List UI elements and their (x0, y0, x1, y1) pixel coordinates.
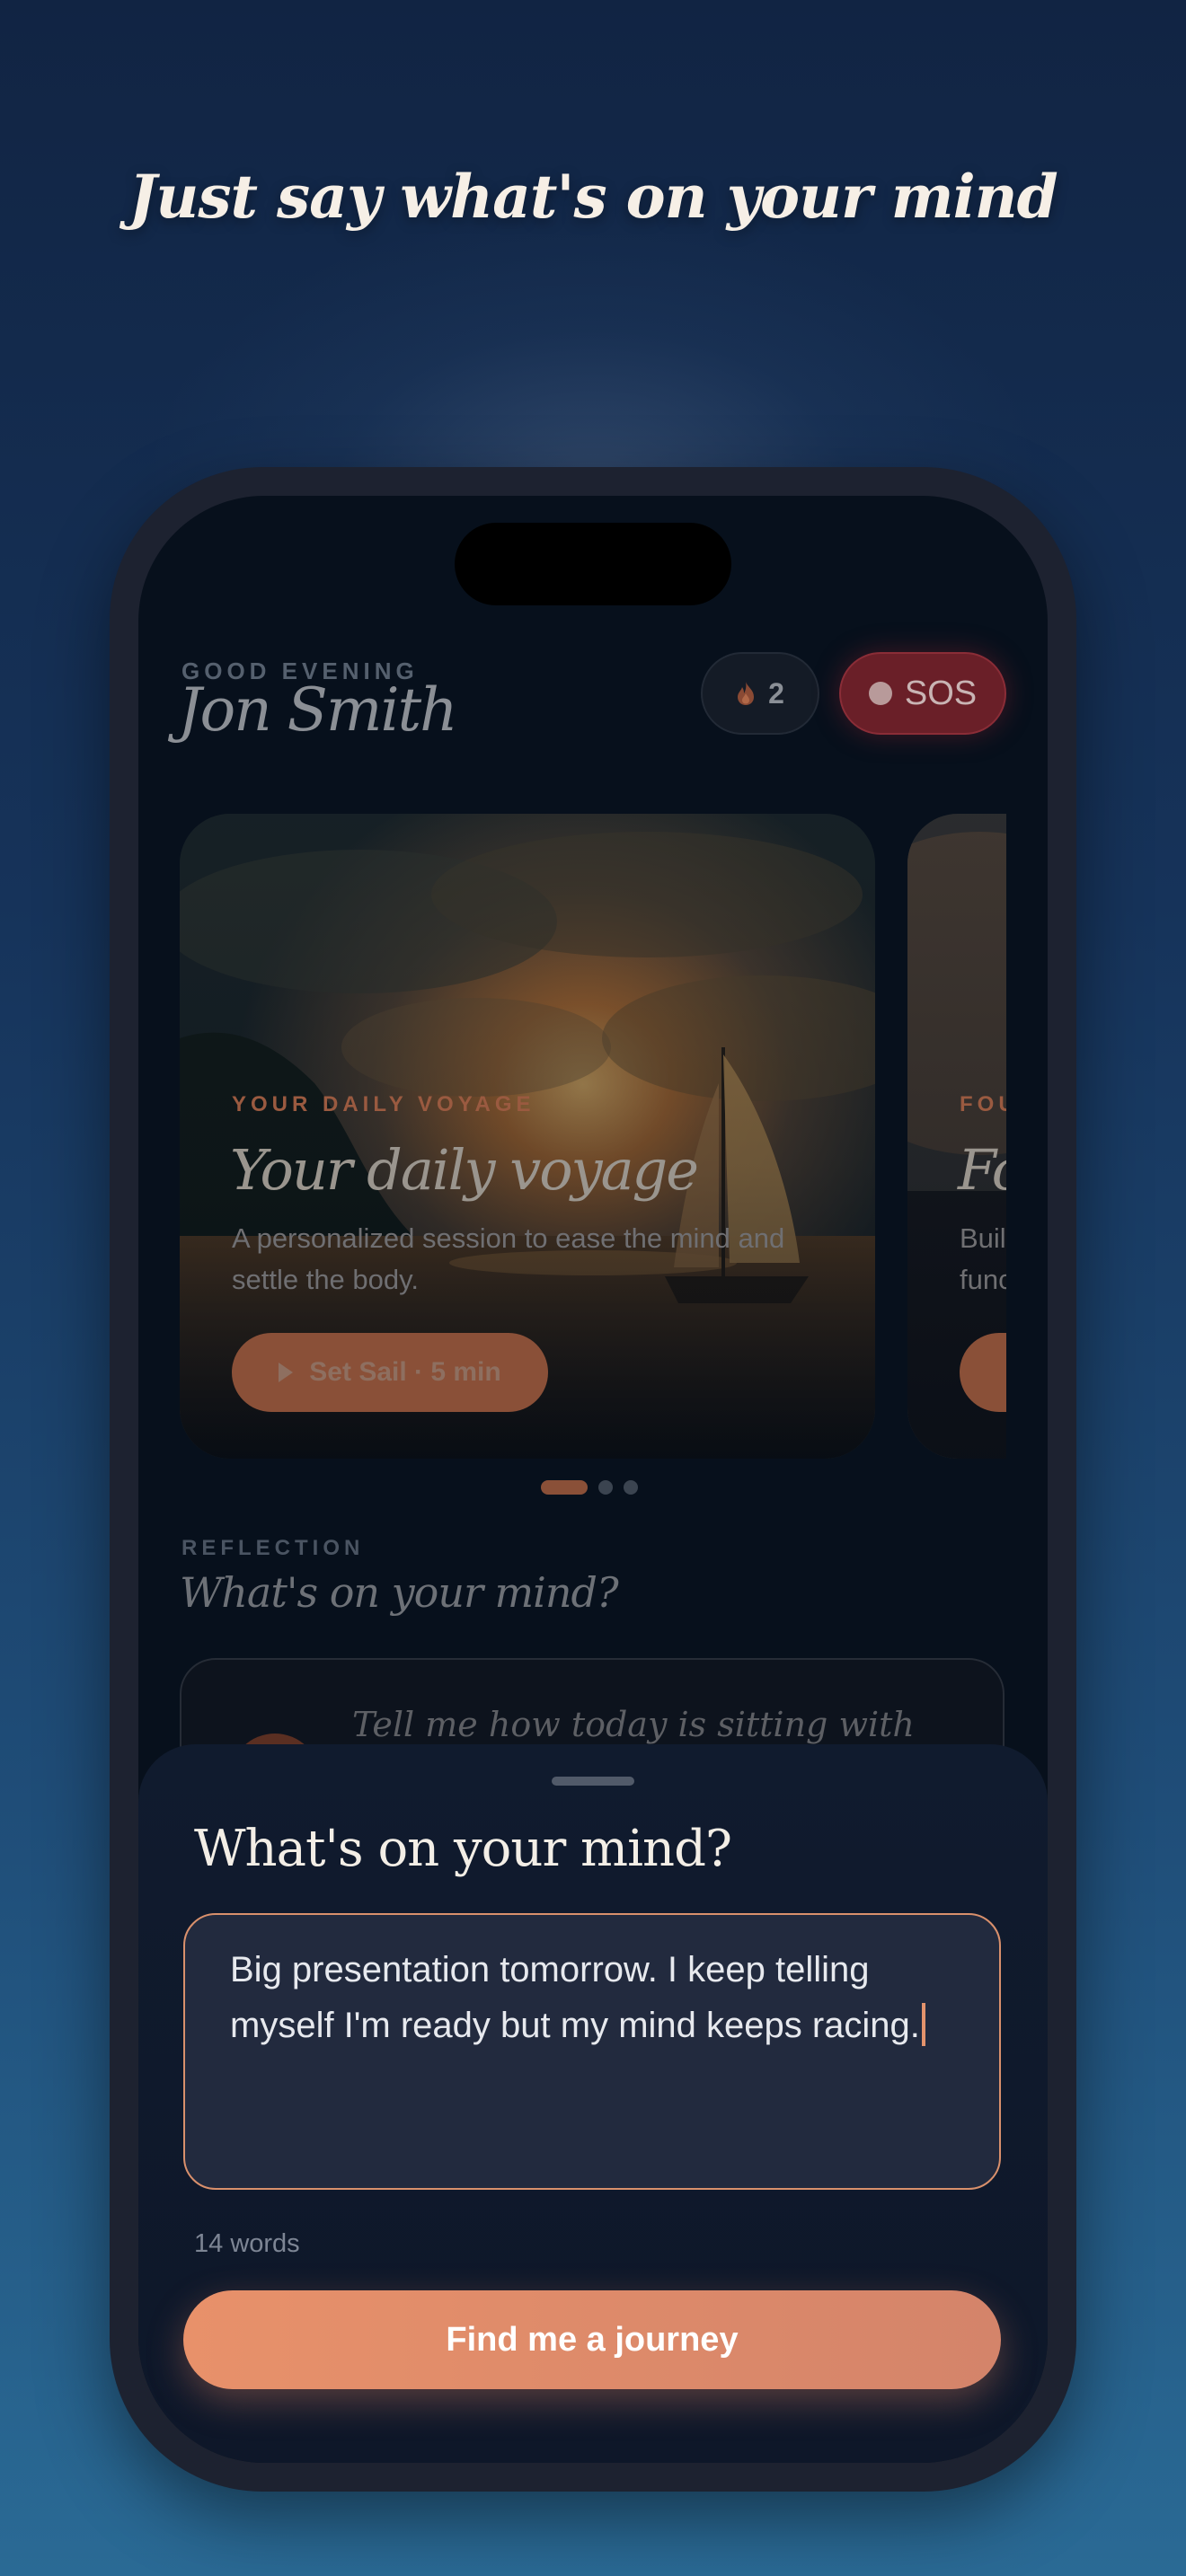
reflection-title: What's on your mind? (180, 1568, 619, 1617)
play-icon (279, 1363, 294, 1382)
daily-voyage-card[interactable]: YOUR DAILY VOYAGE Your daily voyage A pe… (180, 814, 875, 1459)
dynamic-island (455, 523, 731, 605)
user-name: Jon Smith (178, 675, 458, 745)
flame-icon (738, 682, 755, 705)
word-count: 14 words (194, 2229, 300, 2258)
card-title: Your daily voyage (230, 1137, 699, 1203)
reflection-label: REFLECTION (181, 1536, 365, 1560)
mind-input-text: Big presentation tomorrow. I keep tellin… (230, 1942, 949, 2053)
card-description: Buil func (960, 1222, 1006, 1295)
sos-button[interactable]: SOS (839, 652, 1006, 735)
pagination-dot[interactable] (598, 1480, 613, 1495)
carousel-pagination (541, 1480, 638, 1495)
sheet-drag-handle[interactable] (552, 1777, 634, 1786)
sos-dot-icon (868, 682, 892, 705)
sheet-title: What's on your mind? (194, 1820, 732, 1878)
reflection-prompt: Tell me how today is sitting with (352, 1705, 915, 1744)
phone-frame: GOOD EVENING Jon Smith 2 SOS YOUR DAILY … (110, 467, 1076, 2492)
set-sail-button[interactable]: Set Sail · 5 min (232, 1333, 548, 1412)
phone-screen: GOOD EVENING Jon Smith 2 SOS YOUR DAILY … (138, 496, 1048, 2463)
mind-input-value: Big presentation tomorrow. I keep tellin… (230, 1950, 920, 2045)
card-title: Fo (958, 1137, 1006, 1203)
pagination-dot[interactable] (624, 1480, 638, 1495)
card-description: A personalized session to ease the mind … (232, 1222, 785, 1295)
text-caret (921, 2003, 925, 2046)
card-eyebrow: FOU (960, 1092, 1006, 1116)
pagination-dot-active[interactable] (541, 1480, 588, 1495)
streak-badge[interactable]: 2 (701, 652, 819, 735)
mind-text-input[interactable]: Big presentation tomorrow. I keep tellin… (183, 1913, 1001, 2190)
bottom-sheet: What's on your mind? Big presentation to… (138, 1744, 1048, 2463)
next-card-clip: FOU Fo Buil func (907, 814, 1006, 1459)
promo-headline: Just say what's on your mind (128, 162, 1058, 232)
next-journey-card[interactable]: FOU Fo Buil func (907, 814, 1006, 1459)
streak-count: 2 (768, 676, 784, 710)
sos-label: SOS (904, 674, 978, 712)
set-sail-label: Set Sail · 5 min (309, 1357, 501, 1387)
card-eyebrow: YOUR DAILY VOYAGE (232, 1092, 535, 1116)
find-journey-button[interactable]: Find me a journey (183, 2290, 1001, 2389)
